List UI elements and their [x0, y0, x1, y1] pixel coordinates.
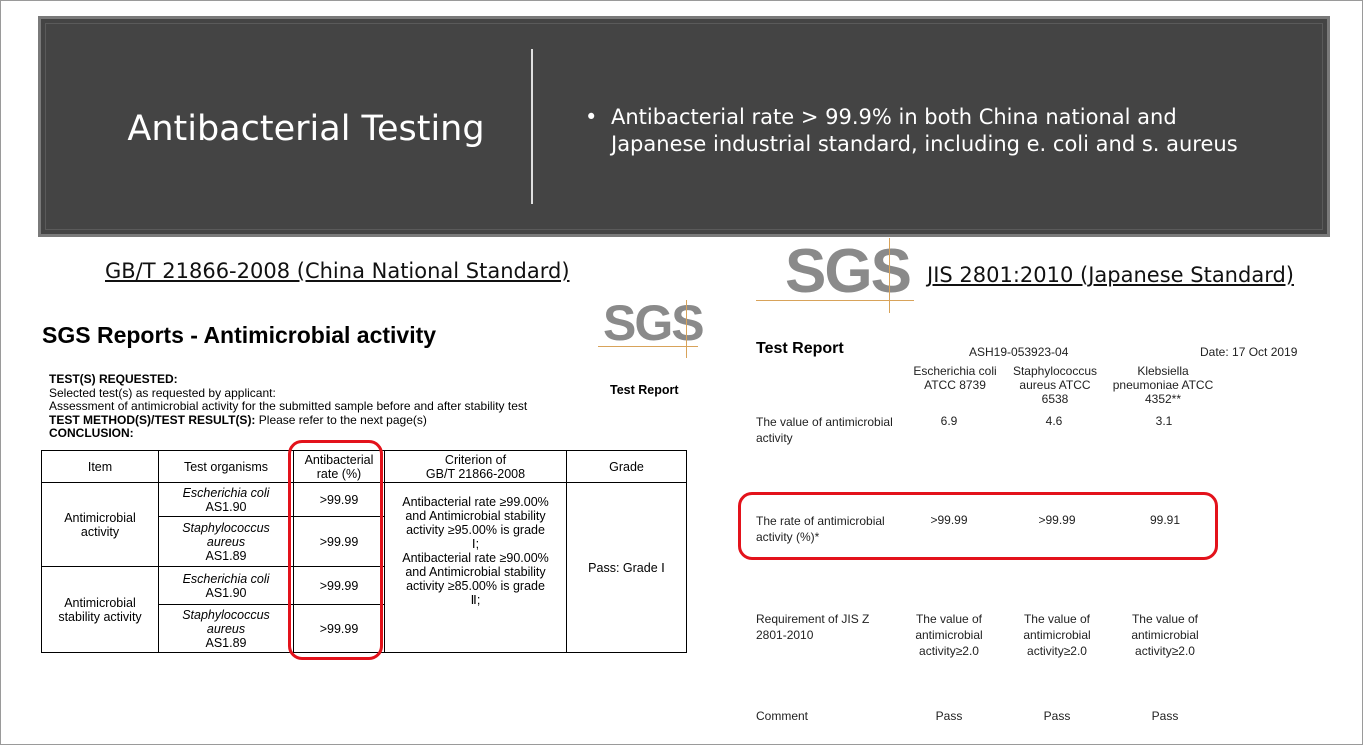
- jis-requirement-2: The value of antimicrobial activity≥2.0: [1023, 612, 1091, 658]
- header-grade: Grade: [566, 450, 687, 483]
- jis-col-staph: Staphylococcus aureus ATCC 6538: [1012, 364, 1098, 406]
- item-stability-activity: Antimicrobial stability activity: [41, 566, 159, 653]
- organism-staph-2: Staphylococcus aureus AS1.89: [158, 604, 294, 653]
- banner-divider: [531, 49, 533, 204]
- bullet-line-1: Antibacterial rate > 99.9% in both China…: [611, 105, 1177, 129]
- china-standard-title: GB/T 21866-2008 (China National Standard…: [105, 259, 570, 283]
- header-item: Item: [41, 450, 159, 483]
- jis-value-3: 3.1: [1155, 414, 1173, 428]
- jis-requirement-3: The value of antimicrobial activity≥2.0: [1131, 612, 1199, 658]
- jis-test-report-label: Test Report: [756, 340, 844, 357]
- banner-bullet: • Antibacterial rate > 99.9% in both Chi…: [585, 104, 1311, 158]
- sgs-report-heading: SGS Reports - Antimicrobial activity: [42, 322, 437, 348]
- bullet-line-2: Japanese industrial standard, including …: [611, 132, 1238, 156]
- test-method-label: TEST METHOD(S)/TEST RESULT(S):: [49, 412, 256, 427]
- jis-rate-label: The rate of antimicrobial activity (%)*: [756, 514, 885, 544]
- tests-requested-label: TEST(S) REQUESTED:: [49, 372, 178, 386]
- assessment-line: Assessment of antimicrobial activity for…: [49, 399, 528, 413]
- jis-comment-1: Pass: [935, 709, 963, 723]
- bullet-dot-icon: •: [585, 105, 598, 129]
- rate-highlight-box: [288, 440, 383, 660]
- jis-report-date: Date: 17 Oct 2019: [1200, 345, 1298, 359]
- organism-staph-1: Staphylococcus aureus AS1.89: [158, 516, 294, 567]
- jis-requirement-label: Requirement of JIS Z 2801-2010: [756, 612, 870, 642]
- selected-tests-line: Selected test(s) as requested by applica…: [49, 385, 276, 400]
- jis-report-number: ASH19-053923-04: [969, 345, 1069, 359]
- jis-rate-2: >99.99: [1038, 513, 1076, 527]
- conclusion-label: CONCLUSION:: [49, 426, 134, 440]
- jis-comment-2: Pass: [1043, 709, 1071, 723]
- sgs-logo-left-rule-v: [686, 300, 687, 358]
- criterion-cell: Antibacterial rate ≥99.00% and Antimicro…: [384, 482, 567, 653]
- organism-ecoli-1: Escherichia coli AS1.90: [158, 482, 294, 517]
- jis-rate-1: >99.99: [930, 513, 968, 527]
- sgs-logo-right-rule-v: [889, 238, 890, 313]
- title-banner: Antibacterial Testing • Antibacterial ra…: [38, 16, 1330, 237]
- header-criterion: Criterion of GB/T 21866-2008: [384, 450, 567, 483]
- sgs-logo-right: SGS: [785, 237, 912, 306]
- japanese-standard-title: JIS 2801:2010 (Japanese Standard): [927, 263, 1294, 287]
- jis-value-2: 4.6: [1045, 414, 1063, 428]
- jis-comment-3: Pass: [1151, 709, 1179, 723]
- report-request-text: TEST(S) REQUESTED: Selected test(s) as r…: [49, 372, 609, 441]
- organism-ecoli-2: Escherichia coli AS1.90: [158, 566, 294, 605]
- jis-value-label: The value of antimicrobial activity: [756, 415, 893, 445]
- sgs-logo-left-rule-h: [598, 346, 698, 347]
- item-antimicrobial-activity: Antimicrobial activity: [41, 482, 159, 567]
- jis-requirement-1: The value of antimicrobial activity≥2.0: [915, 612, 983, 658]
- test-method-text: Please refer to the next page(s): [255, 412, 427, 427]
- jis-rate-3: 99.91: [1149, 513, 1181, 527]
- sgs-logo-left: SGS: [603, 295, 705, 351]
- grade-cell: Pass: Grade Ⅰ: [566, 482, 687, 653]
- sgs-logo-right-rule-h: [756, 300, 914, 301]
- jis-comment-label: Comment: [756, 709, 809, 723]
- jis-value-1: 6.9: [940, 414, 958, 428]
- header-organisms: Test organisms: [158, 450, 294, 483]
- slide-title: Antibacterial Testing: [127, 109, 485, 149]
- test-report-label-left: Test Report: [610, 383, 679, 397]
- jis-col-klebsiella: Klebsiella pneumoniae ATCC 4352**: [1112, 364, 1214, 406]
